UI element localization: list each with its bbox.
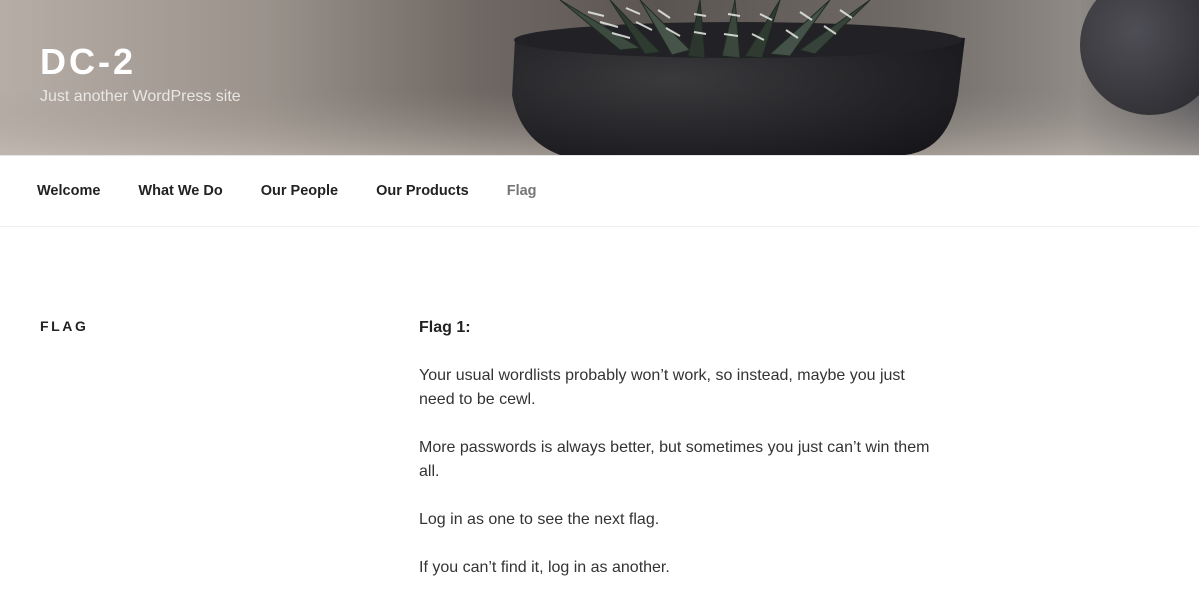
site-title-link[interactable]: DC-2 (40, 40, 136, 84)
content-paragraph-1: Your usual wordlists probably won’t work… (419, 367, 905, 408)
flag-heading: Flag 1: (419, 319, 471, 336)
top-menu: Welcome What We Do Our People Our Produc… (0, 156, 1199, 226)
content-paragraph-4: If you can’t find it, log in as another. (419, 559, 670, 576)
nav-item-our-people[interactable]: Our People (242, 181, 357, 201)
nav-item-welcome[interactable]: Welcome (18, 181, 119, 201)
site-header: DC-2 Just another WordPress site (0, 0, 1199, 155)
entry-content: Flag 1: Your usual wordlists probably wo… (419, 316, 939, 604)
site-description: Just another WordPress site (40, 88, 241, 105)
nav-item-what-we-do[interactable]: What We Do (119, 181, 241, 201)
content-paragraph-3: Log in as one to see the next flag. (419, 511, 660, 528)
nav-item-our-products[interactable]: Our Products (357, 181, 488, 201)
nav-item-flag[interactable]: Flag (488, 181, 556, 201)
main-navigation: Welcome What We Do Our People Our Produc… (0, 155, 1199, 227)
page-title: FLAG (40, 318, 89, 334)
content-paragraph-2: More passwords is always better, but som… (419, 439, 930, 480)
site-branding: DC-2 Just another WordPress site (40, 40, 241, 108)
